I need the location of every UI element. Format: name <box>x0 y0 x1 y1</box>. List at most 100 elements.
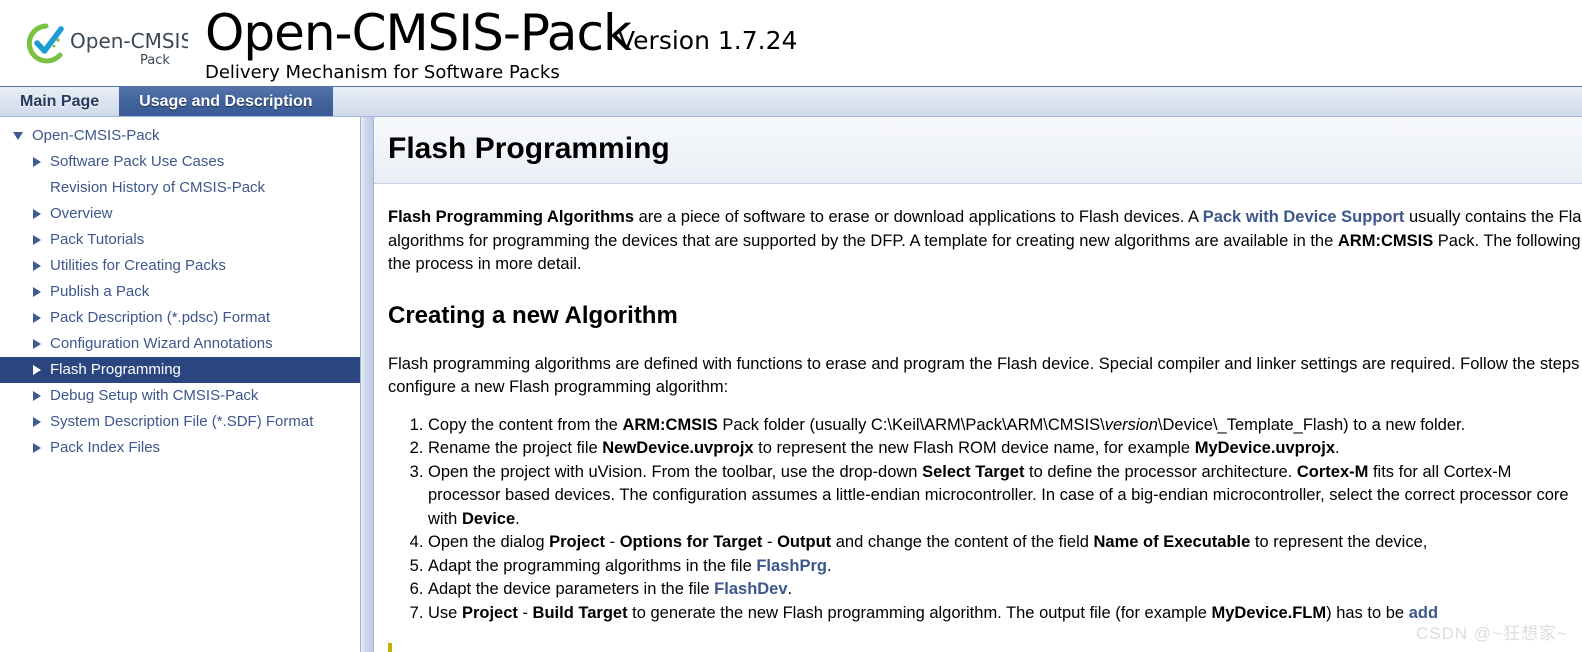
open-cmsis-pack-logo: Open-CMSIS Pack <box>16 17 188 71</box>
sidebar-item-label: Configuration Wizard Annotations <box>50 335 273 352</box>
sidebar-item-label: System Description File (*.SDF) Format <box>50 413 314 430</box>
text-run: Copy the content from the <box>428 415 623 434</box>
svg-text:Pack: Pack <box>140 53 170 68</box>
text-run: Open the dialog <box>428 533 550 551</box>
section-intro-paragraph: Flash programming algorithms are defined… <box>388 353 1582 400</box>
inline-link-add[interactable]: add <box>1409 604 1438 622</box>
sidebar-item-label: Utilities for Creating Packs <box>50 257 226 274</box>
content-split: Open-CMSIS-Pack Software Pack Use Cases Re… <box>0 117 1582 652</box>
sidebar-item-pack-description-pdsc-format[interactable]: Pack Description (*.pdsc) Format <box>0 305 360 331</box>
text-run: . <box>1335 439 1340 457</box>
sidebar-item-system-description-file-sdf-format[interactable]: System Description File (*.SDF) Format <box>0 409 360 435</box>
intro-text-3: algorithms for programming the devices t… <box>388 231 1338 250</box>
text-run: . <box>787 580 793 598</box>
sidebar-item-debug-setup-with-cmsis-pack[interactable]: Debug Setup with CMSIS-Pack <box>0 383 360 409</box>
text-run: to represent the device, <box>1250 533 1428 551</box>
chevron-right-icon[interactable] <box>30 285 44 299</box>
chevron-right-icon[interactable] <box>30 207 44 221</box>
text-run: - <box>605 533 620 551</box>
intro-text-1: are a piece of software to erase or down… <box>634 208 1203 226</box>
bold-text: Project <box>549 533 606 551</box>
tab-usage-and-description[interactable]: Usage and Description <box>119 87 333 116</box>
text-run: Rename the project file <box>428 439 603 457</box>
chevron-right-icon[interactable] <box>30 311 44 325</box>
text-run: \Device\_Template_Flash) to a new folder… <box>1157 415 1466 434</box>
tab-main-page[interactable]: Main Page <box>0 87 119 116</box>
sidebar-splitter-handle[interactable] <box>361 117 374 652</box>
bold-text: Build Target <box>532 603 628 622</box>
project-brief: Delivery Mechanism for Software Packs <box>205 62 560 83</box>
sidebar-item-flash-programming[interactable]: Flash Programming <box>0 357 360 383</box>
chevron-right-icon[interactable] <box>30 389 44 403</box>
sidebar-item-revision-history-of-cmsis-pack[interactable]: Revision History of CMSIS-Pack <box>0 175 360 201</box>
project-version: Version 1.7.24 <box>618 26 798 55</box>
sidebar-item-label: Publish a Pack <box>50 283 150 300</box>
bold-text: Options for Target <box>619 533 763 551</box>
sidebar-item-overview[interactable]: Overview <box>0 201 360 227</box>
step-item: Rename the project file NewDevice.uvproj… <box>428 437 1582 461</box>
document-body: Flash Programming Algorithms are a piece… <box>374 206 1582 652</box>
note-callout: Note Creating a Flash programming algori… <box>388 643 1582 652</box>
page-title-band: Flash Programming <box>374 117 1582 184</box>
chevron-down-icon[interactable] <box>12 129 26 143</box>
bold-text: Cortex-M <box>1296 462 1369 481</box>
intro-bold-lead: Flash Programming Algorithms <box>388 208 635 226</box>
section-heading-creating-new-algorithm: Creating a new Algorithm <box>388 301 678 329</box>
chevron-right-icon[interactable] <box>30 441 44 455</box>
bold-text: ARM:CMSIS <box>622 415 718 434</box>
sidebar-item-software-pack-use-cases[interactable]: Software Pack Use Cases <box>0 149 360 175</box>
project-title: Open-CMSIS-Pack <box>205 4 632 62</box>
text-run: Open the project with uVision. From the … <box>428 462 923 481</box>
step-item: Adapt the device parameters in the file … <box>428 578 1582 602</box>
sidebar-item-label: Pack Index Files <box>50 439 161 456</box>
bold-text: MyDevice.FLM <box>1211 603 1327 622</box>
page-title: Flash Programming <box>388 132 670 165</box>
text-run: to represent the new Flash ROM device na… <box>753 439 1195 457</box>
text-run: - <box>517 603 533 622</box>
intro-text-5: the process in more detail. <box>388 255 582 273</box>
bold-text: Select Target <box>922 462 1025 481</box>
sidebar-item-label: Pack Description (*.pdsc) Format <box>50 309 271 326</box>
main-tab-bar: Main Page Usage and Description <box>0 86 1582 117</box>
svg-text:Open-CMSIS: Open-CMSIS <box>70 29 188 53</box>
tab-label[interactable]: Usage and Description <box>119 87 333 116</box>
text-run: - <box>762 533 778 551</box>
tab-label[interactable]: Main Page <box>0 87 119 116</box>
text-run: Use <box>428 603 462 622</box>
intro-text-2: usually contains the Flash programming <box>1409 208 1582 226</box>
steps-ordered-list: Copy the content from the ARM:CMSIS Pack… <box>388 414 1582 626</box>
intro-bold-armcmsis: ARM:CMSIS <box>1337 231 1434 250</box>
text-run: Pack folder (usually C:\Keil\ARM\Pack\AR… <box>717 415 1105 434</box>
sidebar-item-label: Pack Tutorials <box>50 231 145 248</box>
pack-with-device-support-link[interactable]: Pack with Device Support <box>1203 208 1405 226</box>
sidebar-item-publish-a-pack[interactable]: Publish a Pack <box>0 279 360 305</box>
logo-icon: Open-CMSIS Pack <box>26 23 188 68</box>
sidebar-item-pack-index-files[interactable]: Pack Index Files <box>0 435 360 461</box>
section-intro-line-2: configure a new Flash programming algori… <box>388 378 729 396</box>
tab-list: Main Page Usage and Description <box>0 87 1582 116</box>
text-run: ) has to be <box>1326 603 1409 622</box>
bold-text: Output <box>777 533 832 551</box>
bold-text: Device <box>461 509 516 528</box>
sidebar-item-label: Software Pack Use Cases <box>50 153 225 170</box>
inline-link-flashdev[interactable]: FlashDev <box>714 580 787 598</box>
sidebar-item-open-cmsis-pack[interactable]: Open-CMSIS-Pack <box>0 123 360 149</box>
chevron-right-icon[interactable] <box>30 415 44 429</box>
chevron-right-icon[interactable] <box>30 155 44 169</box>
sidebar-item-configuration-wizard-annotations[interactable]: Configuration Wizard Annotations <box>0 331 360 357</box>
sidebar-navigation-tree[interactable]: Open-CMSIS-Pack Software Pack Use Cases Re… <box>0 117 361 652</box>
chevron-right-icon[interactable] <box>30 363 44 377</box>
chevron-right-icon[interactable] <box>30 337 44 351</box>
bold-text: Project <box>461 603 518 622</box>
sidebar-item-utilities-for-creating-packs[interactable]: Utilities for Creating Packs <box>0 253 360 279</box>
text-run: Adapt the programming algorithms in the … <box>428 556 757 575</box>
text-run: to define the processor architecture. <box>1024 462 1297 481</box>
chevron-right-icon[interactable] <box>30 233 44 247</box>
text-run: and change the content of the field <box>831 533 1094 551</box>
chevron-right-icon[interactable] <box>30 259 44 273</box>
inline-link-flashprg[interactable]: FlashPrg <box>756 557 827 575</box>
text-run: . <box>515 509 520 528</box>
sidebar-item-pack-tutorials[interactable]: Pack Tutorials <box>0 227 360 253</box>
bold-text: Name of Executable <box>1093 533 1251 551</box>
text-run: to generate the new Flash programming al… <box>627 603 1212 622</box>
